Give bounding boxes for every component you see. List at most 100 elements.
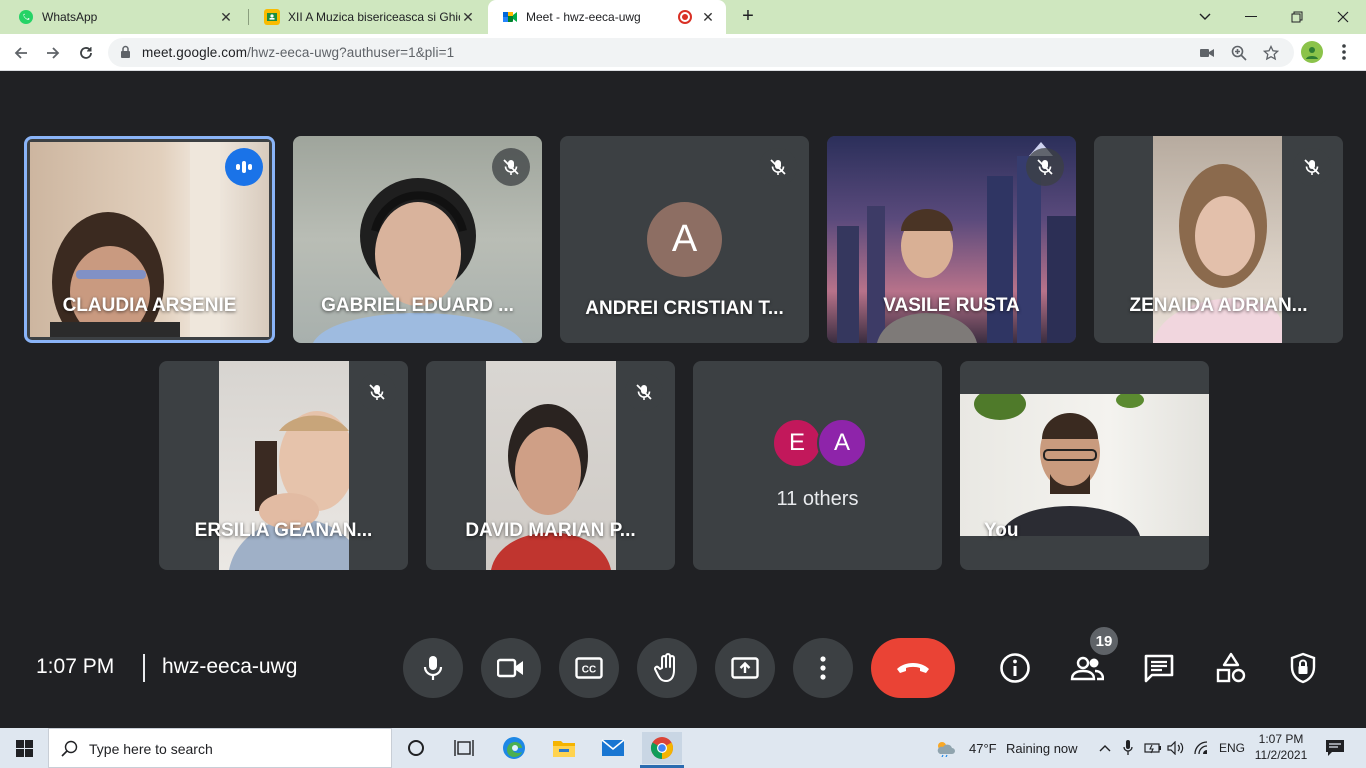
mic-off-icon (625, 373, 663, 411)
input-language[interactable]: ENG (1219, 741, 1245, 755)
lock-icon[interactable] (120, 45, 131, 64)
task-view-icon (454, 740, 474, 756)
url-path: /hwz-eeca-uwg?authuser=1&pli=1 (247, 45, 455, 60)
participant-tile[interactable]: A ANDREI CRISTIAN T... (560, 136, 809, 343)
taskbar-search-box[interactable]: Type here to search (48, 728, 392, 768)
tab-whatsapp[interactable]: WhatsApp ✕ (4, 0, 244, 34)
search-placeholder: Type here to search (89, 741, 213, 757)
back-button[interactable] (10, 42, 32, 64)
meeting-details-button[interactable] (995, 648, 1035, 688)
participant-name: VASILE RUSTA (883, 295, 1020, 316)
video-camera-icon (497, 658, 523, 678)
edge-icon (503, 737, 525, 759)
bookmark-star-icon[interactable] (1262, 44, 1280, 62)
participant-tile[interactable]: ERSILIA GEANAN... (159, 361, 408, 570)
present-screen-button[interactable] (715, 638, 775, 698)
battery-icon[interactable] (1142, 732, 1164, 764)
tab-title: XII A Muzica bisericeasca si Ghid (288, 10, 460, 24)
self-tile[interactable]: You (960, 361, 1209, 570)
network-icon[interactable] (1190, 732, 1212, 764)
edge-taskbar-button[interactable] (494, 732, 534, 764)
more-options-button[interactable] (793, 638, 853, 698)
participant-tile[interactable]: CLAUDIA ARSENIE (24, 136, 275, 343)
others-tile[interactable]: E A 11 others (693, 361, 942, 570)
mic-off-icon (358, 373, 396, 411)
mic-off-icon (759, 148, 797, 186)
participant-tile[interactable]: DAVID MARIAN P... (426, 361, 675, 570)
start-button[interactable] (0, 728, 48, 768)
participant-name: ANDREI CRISTIAN T... (585, 298, 784, 319)
shield-lock-icon (1290, 652, 1316, 684)
divider (143, 654, 145, 682)
participant-name: You (984, 520, 1019, 541)
cortana-button[interactable] (396, 732, 436, 764)
close-tab-icon[interactable]: ✕ (218, 9, 234, 26)
participant-name: ZENAIDA ADRIAN... (1129, 295, 1308, 316)
file-explorer-taskbar-button[interactable] (544, 732, 584, 764)
profile-avatar[interactable] (1301, 41, 1323, 63)
self-video (960, 394, 1209, 536)
tab-meet[interactable]: Meet - hwz-eeca-uwg ✕ (488, 0, 726, 34)
tab-divider (248, 9, 249, 25)
reload-button[interactable] (75, 42, 97, 64)
url-text[interactable]: meet.google.com/hwz-eeca-uwg?authuser=1&… (142, 45, 454, 60)
address-bar[interactable]: meet.google.com/hwz-eeca-uwg?authuser=1&… (108, 38, 1294, 67)
weather-description[interactable]: Raining now (1006, 741, 1078, 756)
new-tab-button[interactable]: + (738, 6, 758, 26)
tab-title: Meet - hwz-eeca-uwg (526, 10, 641, 24)
leave-call-button[interactable] (871, 638, 955, 698)
windows-logo-icon (15, 739, 33, 757)
mic-off-icon (1026, 148, 1064, 186)
close-tab-icon[interactable]: ✕ (460, 9, 476, 26)
participant-name: ERSILIA GEANAN... (194, 520, 373, 541)
weather-temperature[interactable]: 47°F (969, 741, 997, 756)
participant-avatar: E (772, 418, 822, 468)
raise-hand-button[interactable] (637, 638, 697, 698)
forward-button[interactable] (42, 42, 64, 64)
search-icon (61, 740, 78, 762)
windows-taskbar: Type here to search 47°F Raining now ENG… (0, 728, 1366, 768)
participant-name: DAVID MARIAN P... (465, 520, 636, 541)
camera-button[interactable] (481, 638, 541, 698)
captions-button[interactable]: CC (559, 638, 619, 698)
tab-classroom[interactable]: XII A Muzica bisericeasca si Ghid ✕ (250, 0, 486, 34)
chat-button[interactable] (1139, 648, 1179, 688)
show-hidden-icons-chevron-icon[interactable] (1095, 732, 1115, 764)
activities-button[interactable] (1211, 648, 1251, 688)
participant-tile[interactable]: VASILE RUSTA (827, 136, 1076, 343)
zoom-icon[interactable] (1230, 44, 1248, 62)
camera-in-use-icon[interactable] (1198, 44, 1216, 62)
captions-icon: CC (575, 657, 603, 679)
clock-time: 1:07 PM (1258, 732, 1304, 746)
host-controls-button[interactable] (1283, 648, 1323, 688)
end-call-icon (897, 663, 929, 673)
chrome-taskbar-button[interactable] (642, 732, 682, 764)
participant-tile[interactable]: ZENAIDA ADRIAN... (1094, 136, 1343, 343)
recording-indicator-icon (678, 10, 692, 24)
weather-widget-icon[interactable] (930, 732, 960, 764)
microphone-tray-icon[interactable] (1118, 732, 1138, 764)
close-window-button[interactable] (1320, 0, 1366, 34)
system-clock[interactable]: 1:07 PM 11/2/2021 (1252, 731, 1310, 763)
hand-icon (654, 653, 675, 682)
whatsapp-icon (18, 9, 34, 25)
notifications-icon[interactable] (1318, 732, 1352, 764)
mail-icon (601, 739, 625, 756)
participant-avatar: A (817, 418, 867, 468)
mail-taskbar-button[interactable] (593, 732, 633, 764)
tab-search-icon[interactable] (1182, 0, 1228, 34)
microphone-icon (423, 656, 443, 680)
restore-button[interactable] (1274, 0, 1320, 34)
folder-icon (553, 741, 575, 757)
minimize-button[interactable] (1228, 0, 1274, 34)
microphone-button[interactable] (403, 638, 463, 698)
participant-name: GABRIEL EDUARD ... (321, 295, 514, 316)
mic-off-icon (1293, 148, 1331, 186)
meeting-time: 1:07 PM (36, 655, 115, 678)
volume-icon[interactable] (1165, 732, 1187, 764)
url-host: meet.google.com (142, 45, 248, 60)
browser-menu-icon[interactable] (1336, 42, 1352, 62)
task-view-button[interactable] (444, 732, 484, 764)
participant-tile[interactable]: GABRIEL EDUARD ... (293, 136, 542, 343)
close-tab-icon[interactable]: ✕ (700, 9, 716, 26)
